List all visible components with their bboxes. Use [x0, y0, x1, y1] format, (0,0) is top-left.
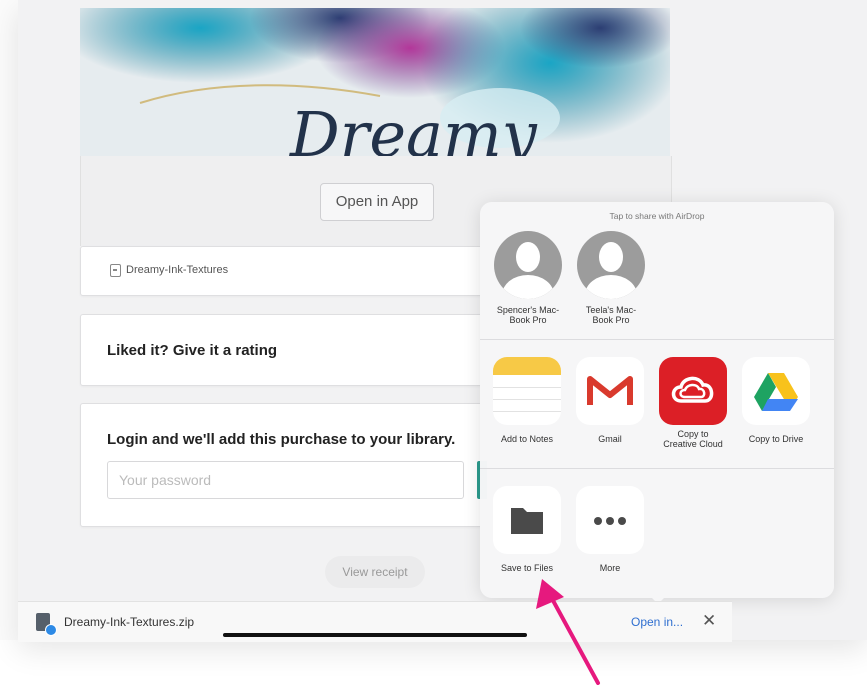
device-name: Teela's Mac- Book Pro: [585, 305, 637, 325]
folder-icon: [493, 486, 561, 554]
google-drive-icon: [742, 357, 810, 425]
home-indicator: [223, 633, 527, 637]
airdrop-device-teela[interactable]: Teela's Mac- Book Pro: [571, 231, 651, 325]
share-sheet: Tap to share with AirDrop Spencer's Mac-…: [480, 202, 834, 598]
check-badge-icon: [45, 624, 57, 636]
share-gmail[interactable]: Gmail: [569, 357, 651, 444]
rating-title: Liked it? Give it a rating: [107, 342, 278, 359]
creative-cloud-icon: [659, 357, 727, 425]
notes-icon: [493, 357, 561, 425]
close-icon[interactable]: ✕: [702, 611, 716, 631]
hero-title-art: Dreamy: [289, 98, 538, 156]
divider: [480, 339, 834, 340]
more-button[interactable]: More: [569, 486, 651, 573]
app-label: Gmail: [598, 434, 622, 444]
app-label: Copy to Drive: [748, 434, 804, 444]
app-label: Add to Notes: [500, 434, 554, 444]
ink-texture-art: Dreamy: [80, 8, 670, 156]
password-input[interactable]: Your password: [107, 461, 464, 499]
share-copy-to-drive[interactable]: Copy to Drive: [735, 357, 817, 444]
download-file-name: Dreamy-Ink-Textures.zip: [64, 615, 195, 629]
document-icon: [110, 264, 121, 277]
product-hero-image: Dreamy: [80, 8, 670, 156]
device-name: Spencer's Mac- Book Pro: [496, 305, 560, 325]
more-icon: [576, 486, 644, 554]
person-avatar-icon: [577, 231, 645, 299]
view-receipt-button[interactable]: View receipt: [325, 556, 425, 588]
file-name: Dreamy-Ink-Textures: [126, 264, 229, 276]
open-in-link[interactable]: Open in...: [631, 615, 683, 629]
open-in-app-button[interactable]: Open in App: [320, 183, 434, 221]
airdrop-device-spencer[interactable]: Spencer's Mac- Book Pro: [488, 231, 568, 325]
airdrop-title: Tap to share with AirDrop: [609, 211, 705, 221]
annotation-arrow-icon: [536, 579, 600, 685]
share-add-to-notes[interactable]: Add to Notes: [486, 357, 568, 444]
action-label: More: [599, 563, 621, 573]
login-title: Login and we'll add this purchase to you…: [107, 431, 456, 448]
action-label: Save to Files: [500, 563, 554, 573]
download-bar: Dreamy-Ink-Textures.zip Open in... ✕: [18, 601, 732, 642]
save-to-files-button[interactable]: Save to Files: [486, 486, 568, 573]
gmail-icon: [576, 357, 644, 425]
app-label: Copy to Creative Cloud: [663, 429, 723, 449]
left-margin: [0, 0, 18, 640]
share-creative-cloud[interactable]: Copy to Creative Cloud: [652, 357, 734, 449]
person-avatar-icon: [494, 231, 562, 299]
divider: [480, 468, 834, 469]
